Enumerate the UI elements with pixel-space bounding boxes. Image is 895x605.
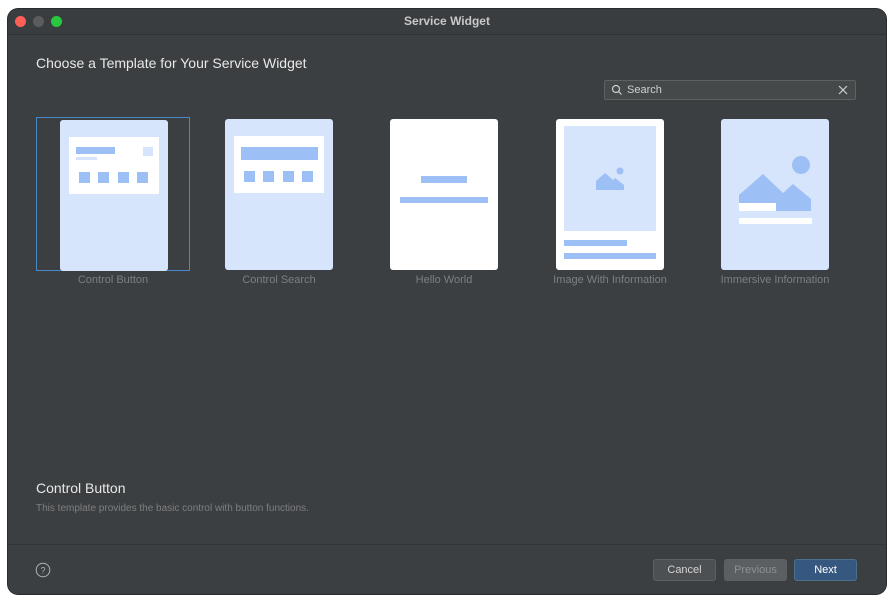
template-control-search[interactable] xyxy=(202,117,356,271)
search-icon xyxy=(611,84,622,95)
window-title: Service Widget xyxy=(404,14,490,28)
template-label: Control Search xyxy=(242,274,316,286)
template-thumbnail xyxy=(60,120,168,271)
template-immersive-information[interactable] xyxy=(698,117,852,271)
question-circle-icon[interactable]: ? xyxy=(35,562,51,578)
template-thumbnail xyxy=(390,119,498,270)
template-control-button[interactable] xyxy=(36,117,190,271)
cancel-button[interactable]: Cancel xyxy=(653,559,716,581)
description-text: This template provides the basic control… xyxy=(36,503,309,514)
template-label: Hello World xyxy=(415,274,473,286)
search-input[interactable] xyxy=(625,81,829,99)
previous-button[interactable]: Previous xyxy=(724,559,787,581)
page-title: Choose a Template for Your Service Widge… xyxy=(36,55,307,71)
template-thumbnail xyxy=(721,119,829,270)
template-thumbnail xyxy=(225,119,333,270)
next-button[interactable]: Next xyxy=(794,559,857,581)
template-label: Immersive Information xyxy=(720,274,830,286)
template-thumbnail xyxy=(556,119,664,270)
svg-text:?: ? xyxy=(40,566,45,576)
title-bar: Service Widget xyxy=(8,9,886,35)
dialog-window: Service Widget Choose a Template for You… xyxy=(8,9,886,594)
description-title: Control Button xyxy=(36,480,126,496)
template-hello-world[interactable] xyxy=(367,117,521,271)
template-label: Image With Information xyxy=(553,274,667,286)
template-label: Control Button xyxy=(77,274,149,286)
search-box[interactable] xyxy=(604,80,856,100)
dialog-footer: ? Cancel Previous Next xyxy=(8,544,886,594)
close-icon[interactable] xyxy=(837,84,849,96)
template-image-with-information[interactable] xyxy=(533,117,687,271)
